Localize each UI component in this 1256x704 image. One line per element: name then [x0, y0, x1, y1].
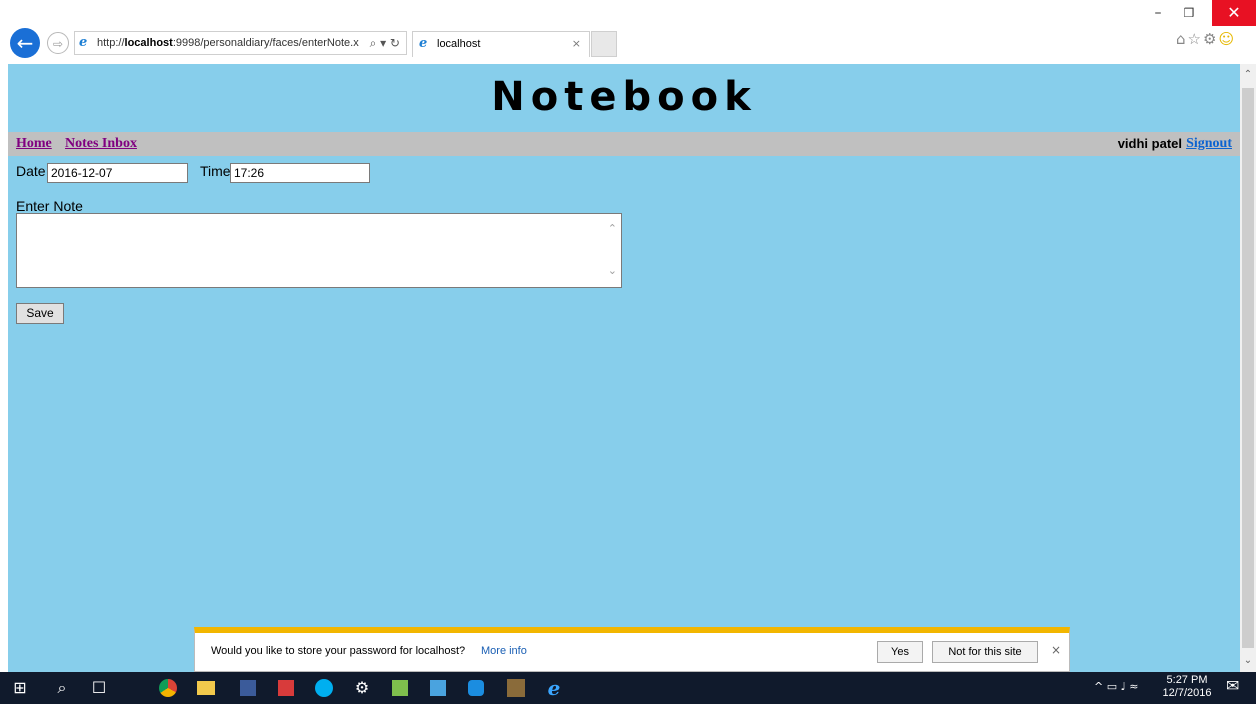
notepad-icon[interactable]: [392, 680, 408, 696]
signout-link[interactable]: Signout: [1186, 136, 1232, 152]
browser-chrome: ← ⇨ e http://localhost:9998/personaldiar…: [0, 0, 1256, 64]
tab-localhost[interactable]: e localhost ×: [412, 31, 590, 57]
search-icon[interactable]: ⌕: [50, 676, 74, 700]
password-bar-close-icon[interactable]: ×: [1051, 643, 1061, 657]
notification-center-icon[interactable]: ✉: [1226, 676, 1239, 695]
close-window-icon[interactable]: ✕: [1212, 0, 1256, 26]
clock-time: 5:27 PM: [1166, 674, 1208, 686]
new-tab-button[interactable]: [591, 31, 617, 57]
time-label: Time: [200, 163, 231, 179]
date-label: Date: [16, 163, 46, 179]
time-field[interactable]: 17:26: [230, 163, 370, 183]
notes-inbox-link[interactable]: Notes Inbox: [65, 136, 137, 152]
scroll-up-icon[interactable]: ⌃: [1240, 66, 1256, 84]
page-scrollbar[interactable]: ⌃ ⌄: [1240, 64, 1256, 672]
chevron-up-icon[interactable]: ⌃: [608, 222, 617, 235]
not-for-this-site-button[interactable]: Not for this site: [932, 641, 1038, 663]
restore-icon[interactable]: ❒: [1176, 2, 1202, 24]
scroll-thumb[interactable]: [1242, 88, 1254, 648]
ie-page-icon: e: [79, 35, 88, 50]
forward-button[interactable]: ⇨: [47, 32, 69, 54]
skype-icon[interactable]: [315, 679, 333, 697]
password-message: Would you like to store your password fo…: [211, 645, 466, 657]
settings-gear-icon[interactable]: ⚙: [350, 676, 374, 700]
taskbar: ⊞ ⌕ ☐ ⚙ e ^ ▭ ♩ ≈ 5:27 PM 12/7/2016 ✉: [0, 672, 1256, 704]
minimize-icon[interactable]: –: [1145, 2, 1171, 24]
page-content: Notebook Home Notes Inbox vidhi patel Si…: [8, 64, 1240, 672]
app-badge-icon[interactable]: [240, 680, 256, 696]
home-link[interactable]: Home: [16, 136, 52, 152]
back-button[interactable]: ←: [10, 28, 40, 58]
teamviewer-icon[interactable]: [468, 680, 484, 696]
url-prefix: http://: [97, 37, 125, 49]
game-app-icon[interactable]: [507, 679, 525, 697]
nav-bar: Home Notes Inbox vidhi patel Signout: [8, 132, 1240, 156]
enter-note-label: Enter Note: [16, 198, 83, 214]
user-name: vidhi patel: [1117, 136, 1182, 151]
browser-toolbar-icons: ⌂☆⚙☺: [1176, 30, 1236, 48]
page-title: Notebook: [491, 74, 757, 120]
clock-date: 12/7/2016: [1162, 687, 1212, 699]
file-explorer-icon[interactable]: [197, 681, 215, 695]
tab-ie-icon: e: [419, 36, 428, 51]
yes-button[interactable]: Yes: [877, 641, 923, 663]
date-field[interactable]: 2016-12-07: [47, 163, 188, 183]
feedback-icon[interactable]: ☺: [1218, 30, 1236, 48]
tab-title: localhost: [437, 38, 481, 50]
note-textarea[interactable]: ⌃ ⌄: [16, 213, 622, 288]
url-path: :9998/personaldiary/faces/enterNote.x: [172, 37, 359, 49]
favorites-icon[interactable]: ☆: [1188, 30, 1203, 48]
task-view-icon[interactable]: ☐: [87, 676, 111, 700]
address-bar[interactable]: e http://localhost:9998/personaldiary/fa…: [74, 31, 407, 55]
home-icon[interactable]: ⌂: [1176, 30, 1188, 48]
url-host: localhost: [124, 37, 173, 49]
settings-icon[interactable]: ⚙: [1203, 30, 1218, 48]
app-red-icon[interactable]: [278, 680, 294, 696]
chevron-down-icon[interactable]: ⌄: [608, 264, 617, 277]
password-notification-bar: Would you like to store your password fo…: [194, 627, 1070, 672]
save-button[interactable]: Save: [16, 303, 64, 324]
box-app-icon[interactable]: [430, 680, 446, 696]
chrome-icon[interactable]: [159, 679, 177, 697]
address-tools-icon[interactable]: ⌕ ▾ ↻: [370, 32, 400, 54]
system-tray-icons[interactable]: ^ ▭ ♩ ≈: [1094, 680, 1139, 693]
scroll-down-icon[interactable]: ⌄: [1240, 652, 1256, 670]
start-icon[interactable]: ⊞: [8, 676, 32, 700]
address-url[interactable]: http://localhost:9998/personaldiary/face…: [97, 32, 359, 54]
internet-explorer-icon[interactable]: e: [542, 676, 566, 700]
clock[interactable]: 5:27 PM 12/7/2016: [1160, 674, 1214, 700]
more-info-link[interactable]: More info: [481, 645, 527, 657]
tab-close-icon[interactable]: ×: [572, 32, 581, 56]
